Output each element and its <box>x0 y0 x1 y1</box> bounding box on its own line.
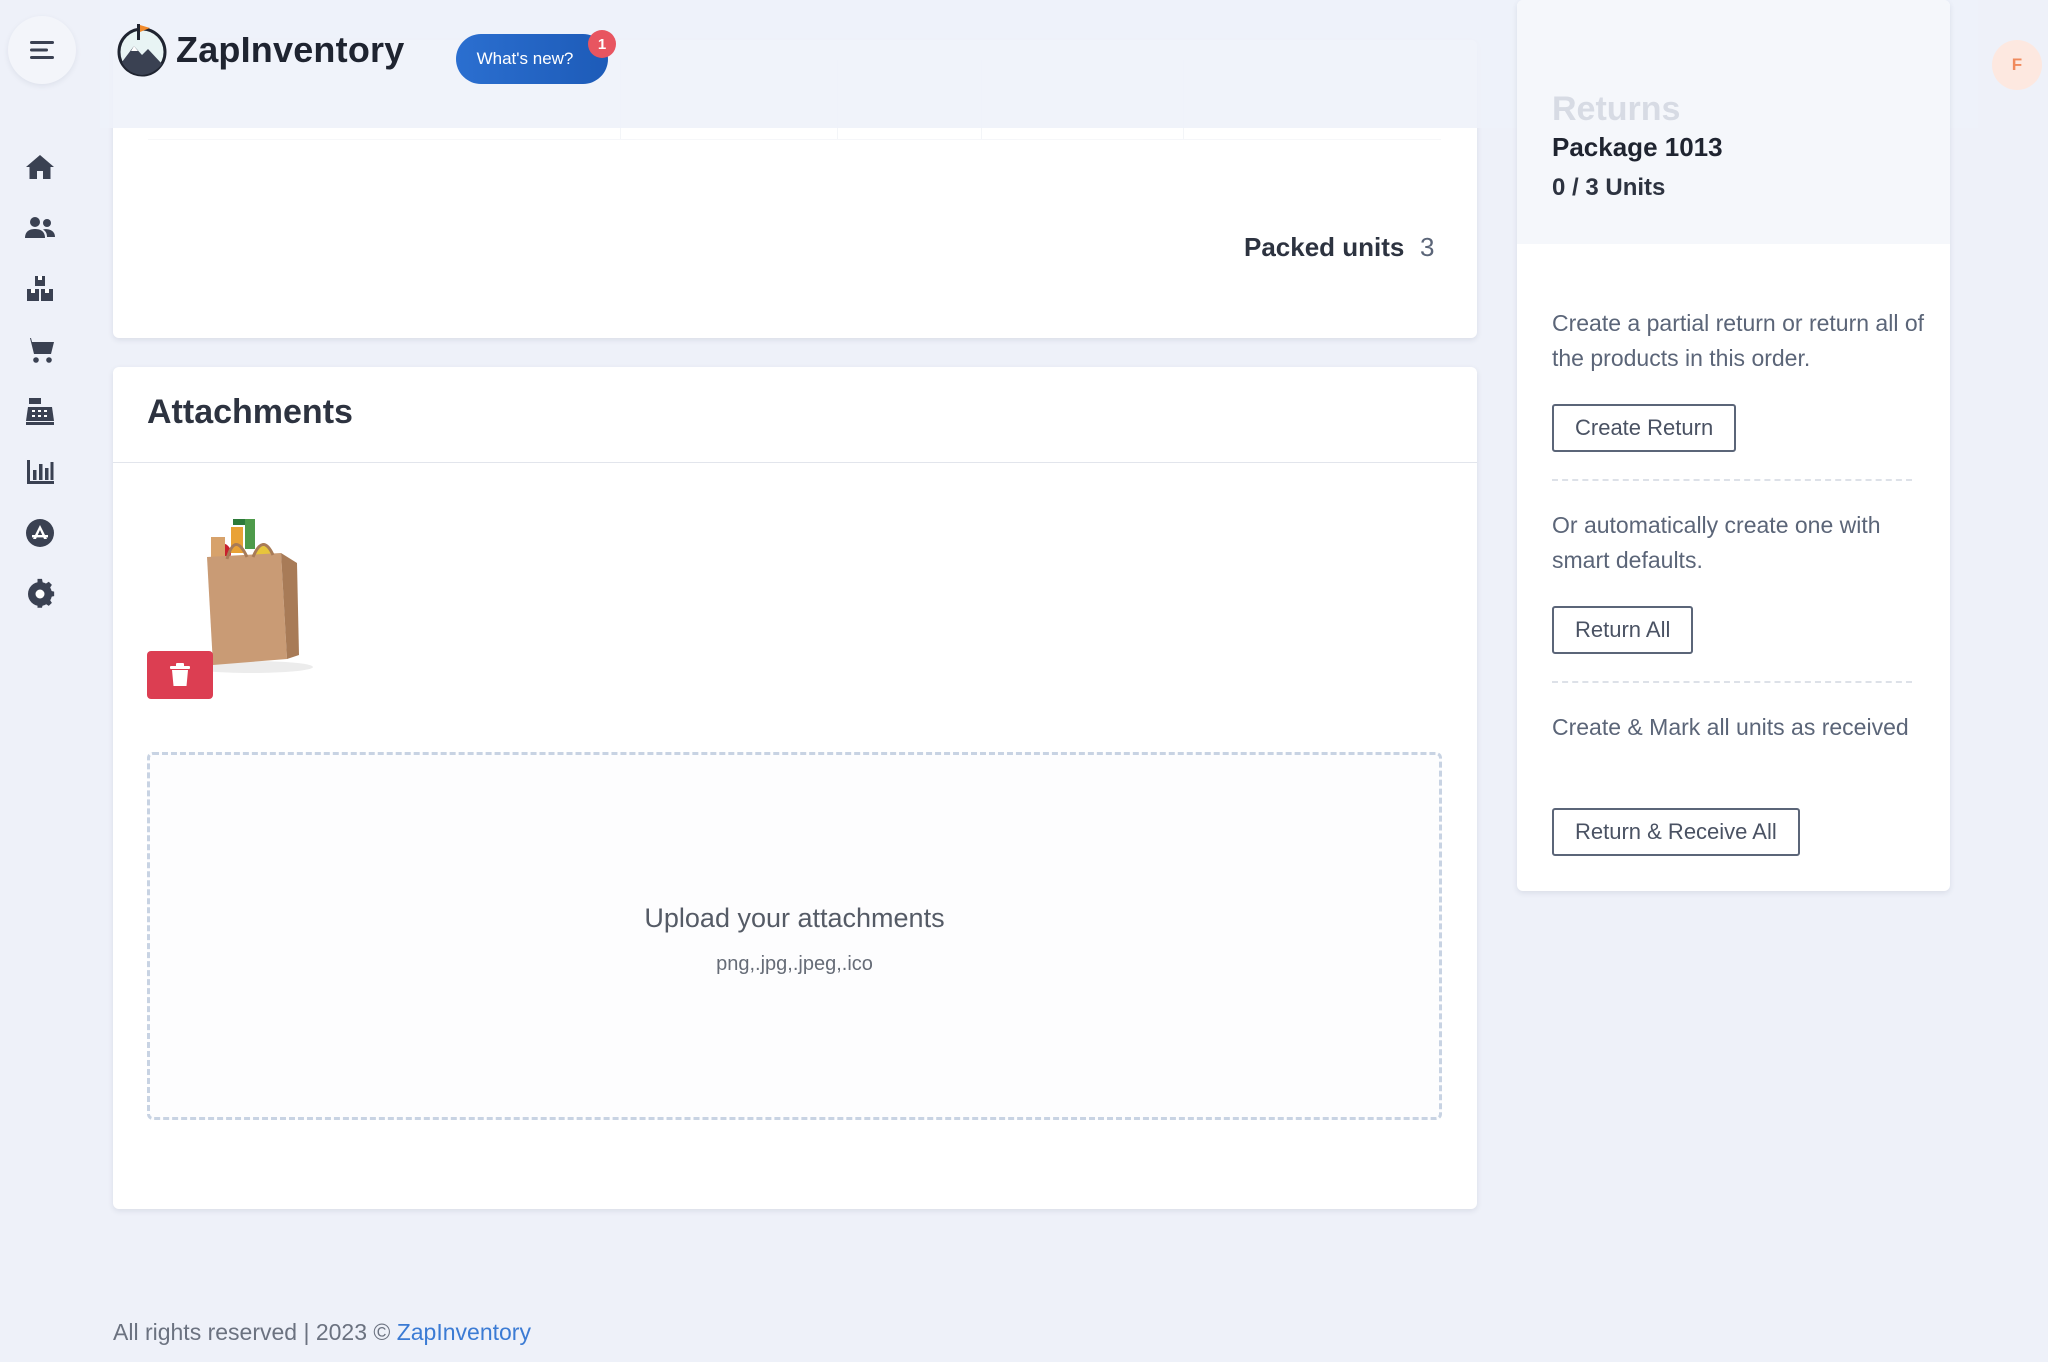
sidebar-nav <box>18 145 62 633</box>
brand-name: ZapInventory <box>176 29 405 70</box>
packed-units-label: Packed units <box>1244 232 1405 262</box>
partial-return-text: Create a partial return or return all of… <box>1552 310 1925 371</box>
returns-header: Returns Package 1013 0 / 3 Units <box>1517 0 1950 244</box>
gear-icon <box>28 578 55 608</box>
attachments-card: Attachments Upload your attachments png,… <box>113 367 1477 1209</box>
zapinventory-logo-icon <box>117 24 167 77</box>
receive-return-text: Create & Mark all units as received <box>1552 714 1909 740</box>
footer-link[interactable]: ZapInventory <box>397 1319 531 1345</box>
return-all-button[interactable]: Return All <box>1552 606 1694 654</box>
brand-logo[interactable]: ZapInventory <box>114 22 404 78</box>
whats-new-label: What's new? <box>476 49 574 68</box>
hamburger-menu-icon <box>30 41 54 59</box>
returns-divider <box>1552 479 1912 481</box>
boxes-icon <box>27 276 53 301</box>
package-units: 0 / 3 Units <box>1552 174 1666 201</box>
upload-title: Upload your attachments <box>644 903 945 933</box>
cart-icon <box>25 338 54 363</box>
auto-return-text: Or automatically create one with smart d… <box>1552 512 1881 573</box>
delete-attachment-button[interactable] <box>147 651 213 699</box>
users-icon <box>25 217 55 238</box>
menu-toggle-button[interactable] <box>8 16 76 84</box>
returns-title: Returns <box>1552 90 1681 128</box>
attachments-header: Attachments <box>113 367 1477 463</box>
home-icon <box>26 155 54 179</box>
sidebar-item-reports[interactable] <box>18 450 62 494</box>
sidebar-item-apps[interactable] <box>18 511 62 555</box>
sidebar-item-inventory[interactable] <box>18 267 62 311</box>
user-avatar[interactable]: F <box>1992 40 2042 90</box>
whats-new-button[interactable]: What's new? 1 <box>456 30 616 84</box>
sidebar-item-settings[interactable] <box>18 572 62 616</box>
attachment-thumbnail[interactable] <box>173 509 323 674</box>
create-return-button[interactable]: Create Return <box>1552 404 1737 452</box>
sidebar-item-sales[interactable] <box>18 328 62 372</box>
upload-dropzone[interactable]: Upload your attachments png,.jpg,.jpeg,.… <box>147 752 1442 1120</box>
sidebar-item-purchases[interactable] <box>18 389 62 433</box>
cash-register-icon <box>26 398 54 425</box>
package-name: Package 1013 <box>1552 132 1723 162</box>
packed-units-value: 3 <box>1420 232 1435 262</box>
attachments-title: Attachments <box>147 393 353 431</box>
notification-badge: 1 <box>588 30 616 58</box>
trash-icon <box>170 663 190 686</box>
sidebar-item-home[interactable] <box>18 145 62 189</box>
app-store-icon <box>26 519 54 547</box>
upload-formats: png,.jpg,.jpeg,.ico <box>716 953 873 975</box>
returns-divider <box>1552 681 1912 683</box>
bar-chart-icon <box>27 460 54 484</box>
returns-panel: Returns Package 1013 0 / 3 Units Create … <box>1517 0 1950 891</box>
sidebar-item-contacts[interactable] <box>18 206 62 250</box>
footer: All rights reserved | 2023 © ZapInventor… <box>113 1319 531 1346</box>
footer-text: All rights reserved | 2023 © <box>113 1319 397 1345</box>
return-receive-all-button[interactable]: Return & Receive All <box>1552 808 1800 856</box>
